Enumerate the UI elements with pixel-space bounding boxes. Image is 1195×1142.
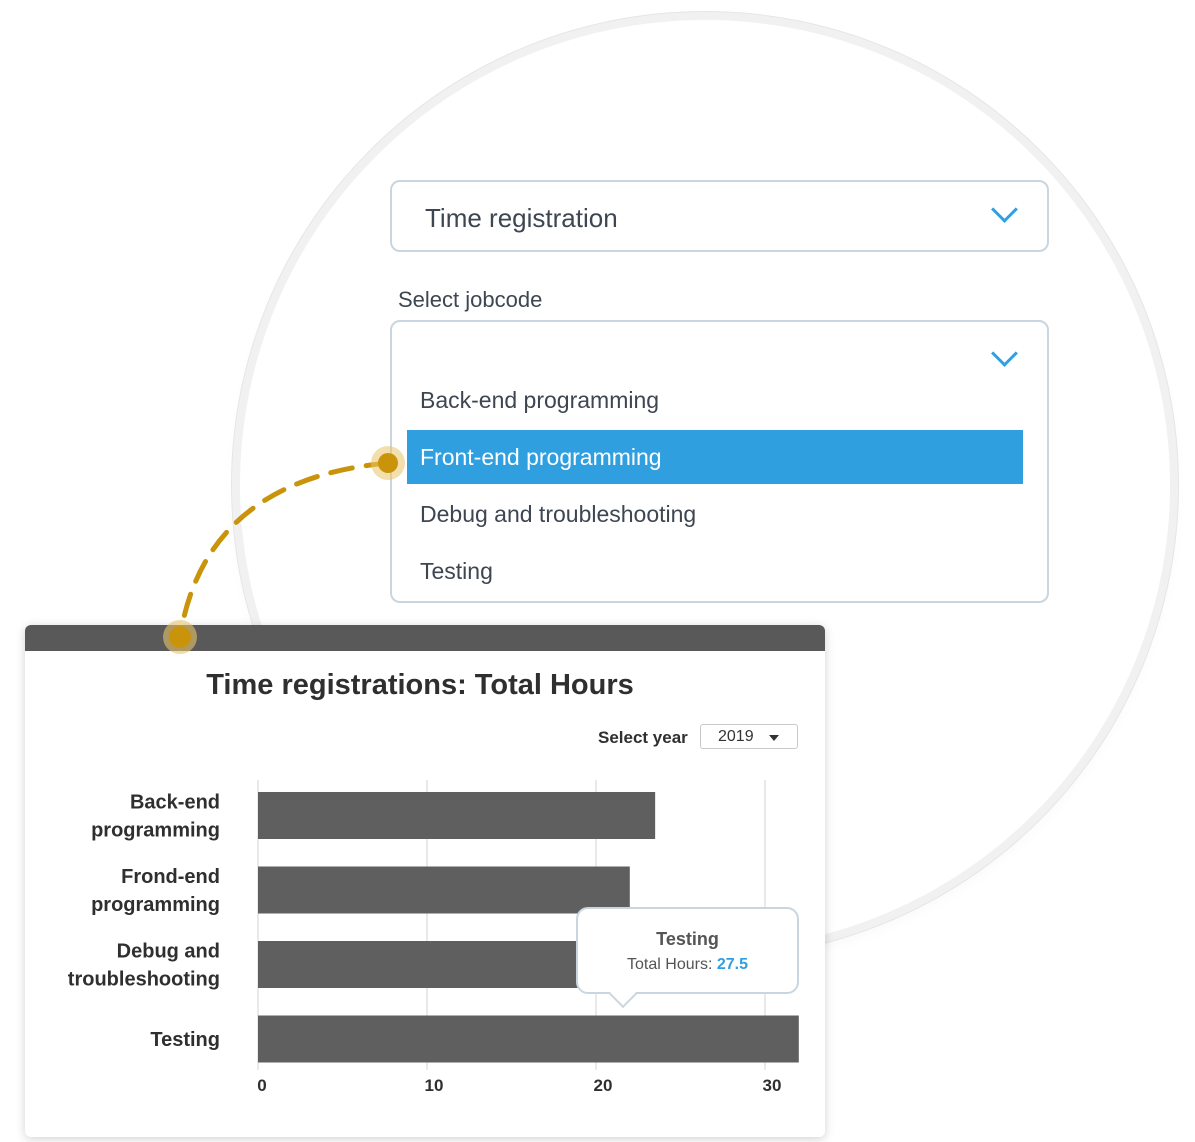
x-tick-label-0: 0 (257, 1076, 266, 1095)
jobcode-option-debug[interactable]: Debug and troubleshooting (407, 487, 1023, 541)
jobcode-dropdown[interactable]: Back-end programming Front-end programmi… (390, 320, 1049, 603)
tooltip-line: Total Hours: 27.5 (578, 956, 797, 974)
category-label-3: Testing (150, 1029, 220, 1051)
jobcode-option-front-end[interactable]: Front-end programming (407, 430, 1023, 484)
category-label-line: programming (91, 820, 220, 842)
category-label-0: Back-end programming (91, 792, 220, 842)
bar-1 (258, 866, 630, 914)
category-label-1: Frond-end programming (91, 866, 220, 916)
tooltip-label: Total Hours: (627, 956, 713, 973)
chevron-down-icon[interactable] (991, 196, 1018, 223)
x-tick-label-30: 30 (763, 1076, 782, 1095)
category-label-line: troubleshooting (68, 969, 220, 991)
category-label-line: Debug and (117, 941, 220, 963)
time-registration-select[interactable]: Time registration (390, 180, 1049, 252)
bar-chart: Back-end programming Frond-end programming D… (68, 780, 799, 1095)
chart-tooltip: Testing Total Hours: 27.5 (576, 907, 799, 1009)
time-registration-select-value: Time registration (425, 203, 618, 233)
bar-3 (258, 1015, 799, 1063)
x-tick-label-10: 10 (425, 1076, 444, 1095)
x-tick-label-20: 20 (594, 1076, 613, 1095)
category-label-line: Frond-end (121, 866, 220, 888)
jobcode-label: Select jobcode (398, 287, 543, 312)
chevron-down-icon[interactable] (991, 340, 1018, 367)
bar-2 (258, 941, 580, 988)
jobcode-option-back-end[interactable]: Back-end programming (407, 373, 1023, 427)
jobcode-option-testing[interactable]: Testing (407, 544, 1023, 598)
bar-0 (258, 792, 656, 839)
category-label-line: Back-end (130, 792, 220, 814)
category-label-line: programming (91, 894, 220, 916)
category-label-line: Testing (150, 1029, 220, 1051)
chart-panel: Time registrations: Total Hours Select y… (25, 625, 825, 1137)
tooltip-value: 27.5 (716, 956, 748, 973)
category-label-2: Debug and troubleshooting (68, 941, 220, 991)
tooltip-category: Testing (656, 929, 719, 949)
